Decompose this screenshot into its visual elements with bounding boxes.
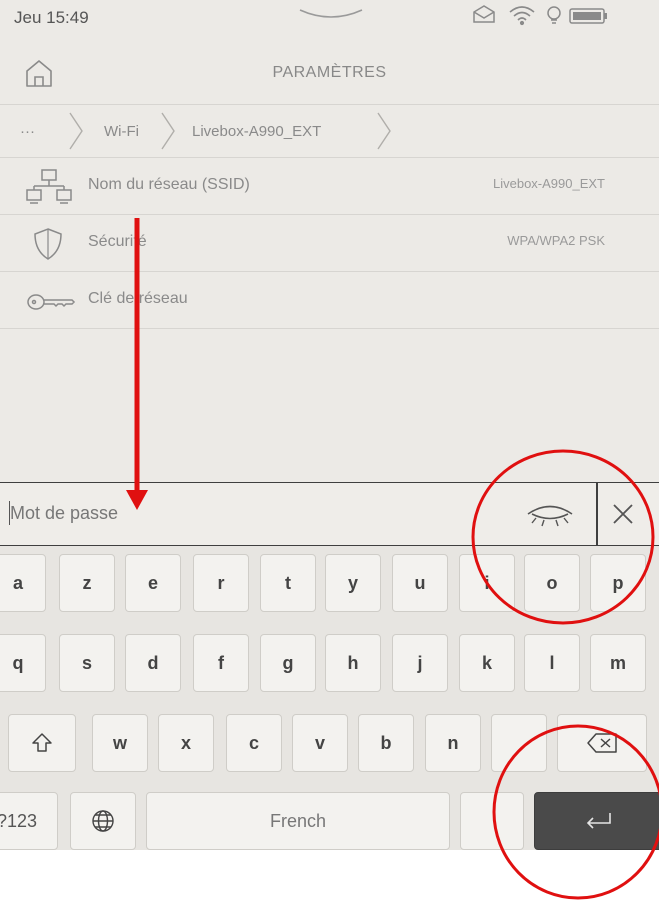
setting-row-network-key[interactable]: Clé de réseau — [0, 272, 659, 329]
key-icon — [27, 294, 76, 310]
key-apostrophe[interactable] — [491, 714, 547, 772]
sync-icon — [473, 5, 495, 23]
status-icons — [473, 5, 607, 26]
key-c[interactable]: c — [226, 714, 282, 772]
frontlight-icon — [547, 6, 561, 24]
enter-icon — [586, 813, 611, 829]
key-a[interactable]: a — [0, 554, 46, 612]
key-i[interactable]: i — [459, 554, 515, 612]
numbers-key[interactable]: ?123 — [0, 792, 58, 850]
key-d[interactable]: d — [125, 634, 181, 692]
network-key-label: Clé de réseau — [88, 290, 188, 307]
key-period[interactable] — [460, 792, 524, 850]
key-k[interactable]: k — [459, 634, 515, 692]
security-value: WPA/WPA2 PSK — [507, 233, 605, 248]
breadcrumb-network[interactable]: Livebox-A990_EXT — [192, 123, 321, 140]
key-b[interactable]: b — [358, 714, 414, 772]
virtual-keyboard: a z e r t y u i o p q s d f g h j k l m … — [0, 546, 659, 850]
setting-row-ssid[interactable]: Nom du réseau (SSID) Livebox-A990_EXT — [0, 158, 659, 215]
close-icon[interactable] — [610, 501, 636, 527]
key-f[interactable]: f — [193, 634, 249, 692]
shift-key[interactable] — [8, 714, 76, 772]
globe-icon — [92, 810, 114, 832]
language-key[interactable] — [70, 792, 136, 850]
page-title: PARAMÈTRES — [272, 64, 387, 81]
shift-icon — [32, 733, 52, 752]
key-t[interactable]: t — [260, 554, 316, 612]
field-divider — [596, 483, 598, 545]
enter-key[interactable] — [534, 792, 659, 850]
key-o[interactable]: o — [524, 554, 580, 612]
chevron-right-icon — [69, 112, 83, 150]
key-v[interactable]: v — [292, 714, 348, 772]
key-x[interactable]: x — [158, 714, 214, 772]
key-h[interactable]: h — [325, 634, 381, 692]
ssid-value: Livebox-A990_EXT — [492, 176, 605, 191]
key-w[interactable]: w — [92, 714, 148, 772]
status-time: Jeu 15:49 — [14, 8, 89, 27]
chevron-right-icon — [161, 112, 175, 150]
key-z[interactable]: z — [59, 554, 115, 612]
password-input[interactable] — [10, 497, 450, 529]
breadcrumb: ··· Wi-Fi Livebox-A990_EXT — [0, 105, 659, 158]
text-cursor — [9, 501, 10, 525]
battery-icon — [569, 8, 607, 24]
key-q[interactable]: q — [0, 634, 46, 692]
password-field-container — [0, 482, 659, 546]
backspace-key[interactable] — [557, 714, 647, 772]
wifi-icon — [509, 6, 535, 26]
key-l[interactable]: l — [524, 634, 580, 692]
shield-icon — [34, 228, 62, 260]
status-bar: Jeu 15:49 — [0, 0, 659, 40]
key-y[interactable]: y — [325, 554, 381, 612]
ssid-label: Nom du réseau (SSID) — [88, 176, 250, 193]
key-e[interactable]: e — [125, 554, 181, 612]
key-p[interactable]: p — [590, 554, 646, 612]
key-g[interactable]: g — [260, 634, 316, 692]
setting-row-security[interactable]: Sécurité WPA/WPA2 PSK — [0, 215, 659, 272]
key-r[interactable]: r — [193, 554, 249, 612]
key-n[interactable]: n — [425, 714, 481, 772]
chevron-right-icon — [377, 112, 391, 150]
notification-pull-tab-icon[interactable] — [296, 4, 366, 24]
key-j[interactable]: j — [392, 634, 448, 692]
device-screen: Jeu 15:49 PARAMÈTRES ··· Wi-Fi Livebox-A… — [0, 0, 659, 850]
show-password-eye-icon[interactable] — [522, 499, 578, 529]
breadcrumb-wifi[interactable]: Wi-Fi — [104, 123, 139, 140]
backspace-icon — [587, 733, 617, 753]
security-label: Sécurité — [88, 233, 147, 250]
header-bar: PARAMÈTRES — [0, 44, 659, 105]
breadcrumb-more[interactable]: ··· — [20, 123, 35, 140]
key-u[interactable]: u — [392, 554, 448, 612]
network-icon — [26, 169, 72, 204]
key-s[interactable]: s — [59, 634, 115, 692]
key-m[interactable]: m — [590, 634, 646, 692]
space-bar[interactable]: French — [146, 792, 450, 850]
